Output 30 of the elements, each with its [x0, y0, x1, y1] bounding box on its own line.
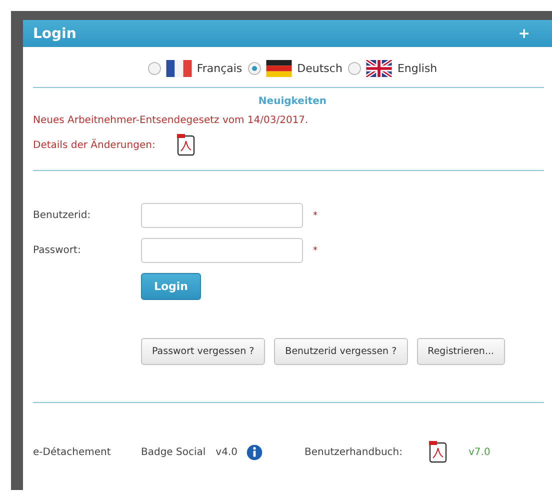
version-label: v4.0: [216, 446, 238, 458]
pdf-icon[interactable]: [428, 441, 446, 463]
action-button[interactable]: Passwort vergessen ?: [141, 338, 266, 365]
language-label: Français: [196, 62, 242, 75]
flag-icon: [366, 60, 392, 77]
flag-icon: [166, 60, 192, 77]
manual-label: Benutzerhandbuch:: [304, 446, 402, 458]
input-field[interactable]: [141, 238, 303, 263]
badge-name: Badge Social: [141, 446, 206, 458]
language-radio[interactable]: [248, 62, 262, 75]
news-heading: Neuigkeiten: [257, 95, 328, 109]
input-field[interactable]: [141, 203, 303, 228]
details-label: Details der Änderungen:: [33, 140, 156, 150]
required-mark: *: [313, 246, 318, 256]
action-button[interactable]: Registrieren...: [416, 338, 506, 365]
language-radio[interactable]: [148, 62, 161, 75]
news-text: Neues Arbeitnehmer-Entsendegesetz vom 14/03/2017.: [33, 115, 310, 126]
required-mark: *: [313, 210, 318, 220]
action-button[interactable]: Benutzerid vergessen ?: [274, 338, 408, 365]
field-label: Benutzerid:: [33, 210, 91, 221]
info-icon[interactable]: [246, 444, 262, 460]
panel-title: Login: [33, 26, 76, 42]
language-radio[interactable]: [348, 62, 362, 75]
pdf-icon[interactable]: [177, 134, 196, 156]
app-name: e-Détachement: [33, 446, 112, 458]
language-label: Deutsch: [297, 62, 342, 75]
field-label: Passwort:: [33, 245, 81, 256]
flag-icon: [266, 60, 292, 77]
manual-version: v7.0: [468, 446, 490, 458]
language-label: English: [397, 62, 438, 75]
